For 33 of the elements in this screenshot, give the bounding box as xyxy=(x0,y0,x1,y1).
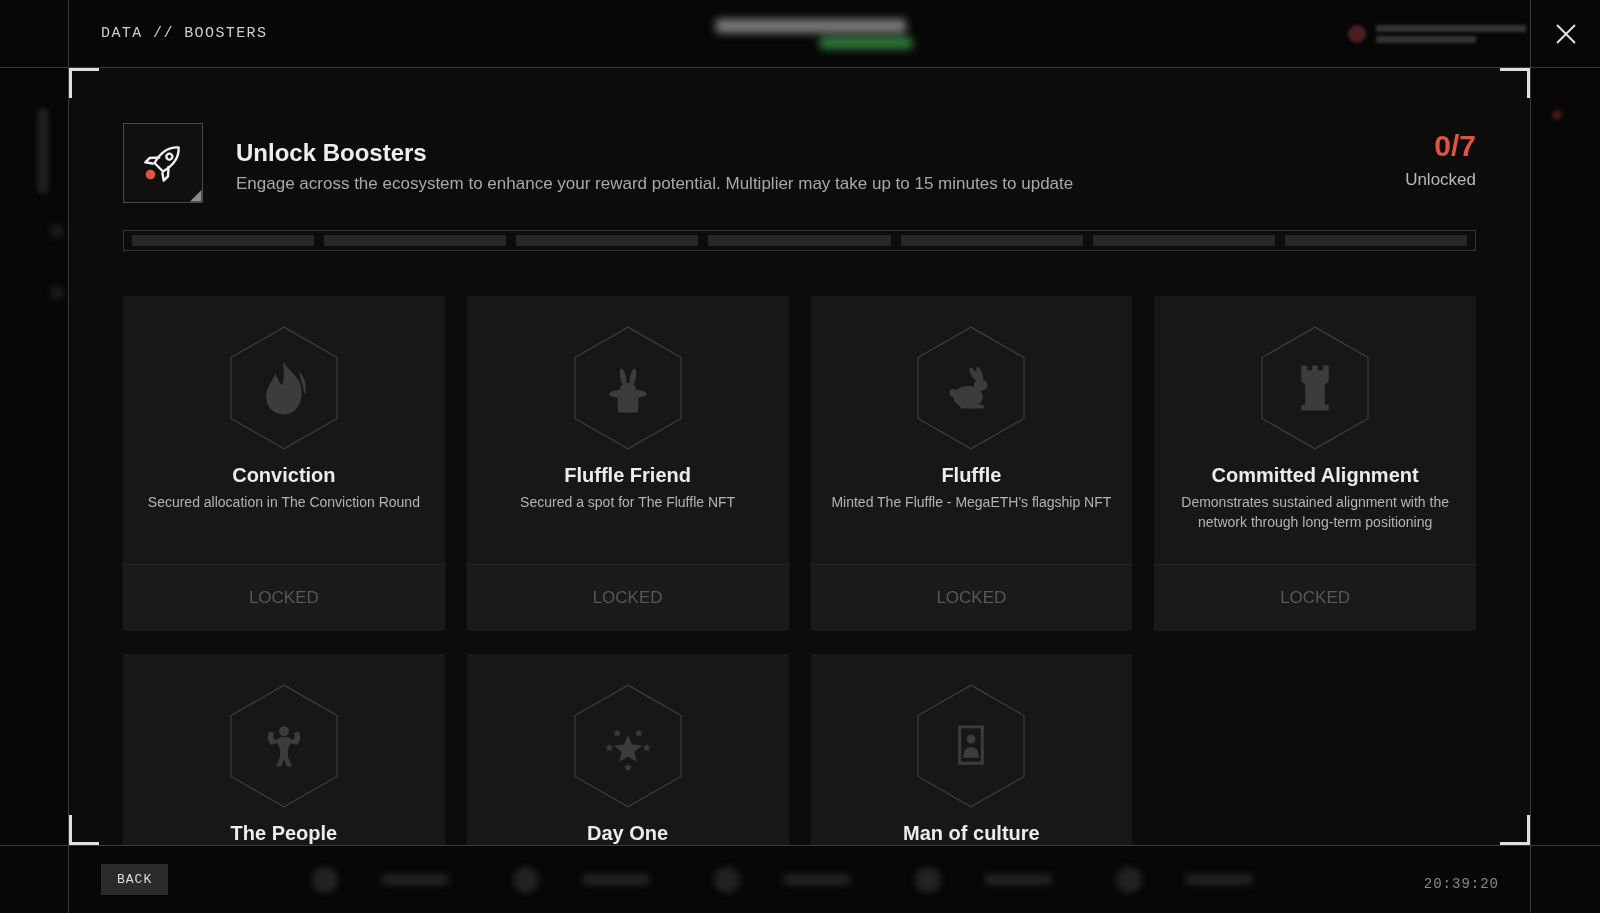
booster-title: Fluffle Friend xyxy=(564,464,691,486)
unlocked-count: 0/7 xyxy=(1433,129,1476,163)
booster-description: Secured a spot for The Fluffle NFT xyxy=(519,493,737,512)
corner-bracket-icon xyxy=(1500,815,1530,845)
corner-bracket-icon xyxy=(69,815,99,845)
booster-title: Fluffle xyxy=(941,464,1002,486)
section-description: Engage across the ecosystem to enhance your reward potential. Multiplier may take up to 15 minutes to update xyxy=(236,173,1075,195)
booster-title: Day One xyxy=(587,822,669,844)
close-button[interactable] xyxy=(1555,23,1576,44)
booster-title: Committed Alignment xyxy=(1211,464,1419,486)
stars-icon xyxy=(573,684,682,808)
rabbit-in-hat-icon xyxy=(573,326,682,450)
rocket-icon xyxy=(123,123,203,203)
booster-description: Secured allocation in The Conviction Round xyxy=(146,493,421,512)
breadcrumb-title: DATA // BOOSTERS xyxy=(101,25,268,42)
clock-time: 20:39:20 xyxy=(1423,875,1499,892)
booster-title: Conviction xyxy=(232,464,336,486)
strongman-icon xyxy=(229,684,338,808)
framed-portrait-icon xyxy=(917,684,1026,808)
booster-title: The People xyxy=(230,822,338,844)
booster-description: Demonstrates sustained alignment with the network through long-term positioning xyxy=(1180,493,1450,532)
corner-bracket-icon xyxy=(1500,68,1530,98)
rabbit-icon xyxy=(917,326,1026,450)
booster-description: Minted The Fluffle - MegaETH's flagship NFT xyxy=(830,493,1113,512)
section-title: Unlock Boosters xyxy=(236,138,428,168)
back-button[interactable]: BACK xyxy=(101,864,169,895)
booster-title: Man of culture xyxy=(903,822,1040,844)
blurred-status-dot xyxy=(1552,110,1562,120)
corner-bracket-icon xyxy=(69,68,99,98)
flame-icon xyxy=(229,326,338,450)
close-icon xyxy=(1555,23,1576,44)
unlocked-label: Unlocked xyxy=(1405,169,1476,191)
tower-icon xyxy=(1261,326,1370,450)
